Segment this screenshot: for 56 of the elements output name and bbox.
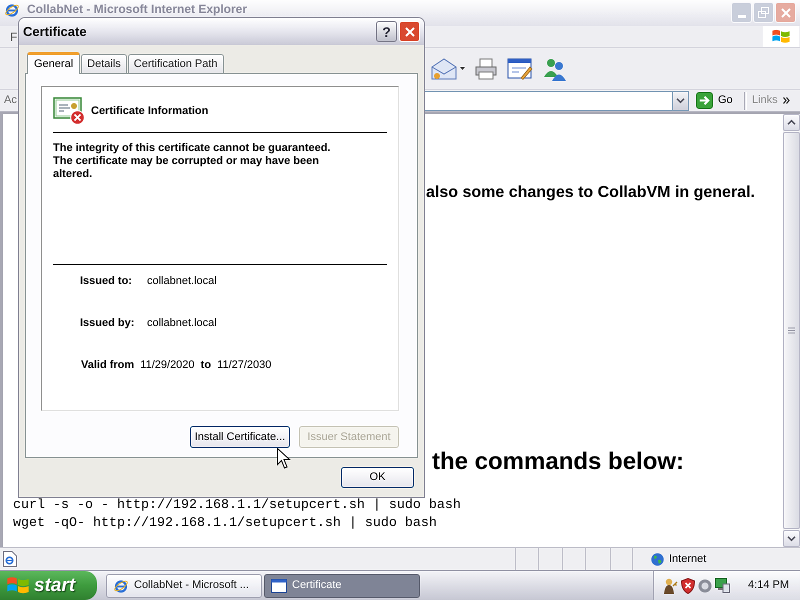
people-icon[interactable]	[542, 56, 568, 80]
edit-icon[interactable]	[507, 58, 533, 80]
figure-icon[interactable]	[663, 578, 678, 594]
info-heading: Certificate Information	[91, 104, 208, 118]
dropdown-caret-icon[interactable]	[460, 67, 465, 70]
browser-icon	[4, 2, 20, 18]
address-label: Ac	[4, 94, 17, 107]
heading-text: the commands below:	[432, 448, 684, 476]
grip-icon	[788, 327, 795, 334]
chevron-down-icon	[676, 97, 685, 104]
field-value: collabnet.local	[147, 274, 217, 289]
help-button[interactable]: ?	[376, 21, 397, 42]
minimize-icon	[738, 15, 746, 18]
close-icon	[780, 8, 790, 18]
start-button[interactable]: start	[0, 571, 97, 600]
page-icon	[3, 551, 17, 567]
zone-label: Internet	[669, 552, 706, 566]
validity-text: Valid from 11/29/2020 to 11/27/2030	[81, 358, 272, 373]
code-line: curl -s -o - http://192.168.1.1/setupcert.sh | sudo bash	[13, 497, 461, 515]
dialog-title: Certificate	[23, 24, 87, 39]
clock: 4:14 PM	[748, 579, 790, 592]
printer-icon[interactable]	[474, 58, 498, 80]
field-label: Issued by:	[80, 316, 134, 331]
restore-icon	[758, 7, 769, 18]
flag-icon	[7, 576, 29, 595]
double-chevron-icon[interactable]	[782, 97, 790, 104]
address-field[interactable]	[423, 90, 672, 110]
shield-icon[interactable]	[681, 578, 695, 594]
warning-message: The integrity of this certificate cannot be guaranteed. The certificate may be corrupted or may have been altered.	[53, 142, 332, 181]
field-value: collabnet.local	[147, 316, 217, 331]
task-button[interactable]: Certificate	[264, 574, 420, 598]
browser-icon	[113, 578, 129, 594]
field-label: Issued to:	[80, 274, 132, 289]
go-button[interactable]: Go	[693, 90, 743, 110]
paragraph-text: also some changes to CollabVM in general.	[426, 183, 755, 203]
close-icon	[404, 26, 414, 36]
task-button[interactable]: CollabNet - Microsoft ...	[106, 574, 262, 598]
tab[interactable]: General	[27, 52, 80, 74]
window-icon	[271, 578, 287, 592]
certificate-error-icon	[53, 97, 85, 125]
scroll-up-button[interactable]	[783, 114, 800, 131]
flag-logo-icon	[762, 26, 800, 47]
scroll-down-button[interactable]	[783, 530, 800, 547]
dropdown-button[interactable]	[672, 90, 689, 110]
globe-icon	[651, 552, 664, 566]
dialog-button[interactable]: Install Certificate...	[190, 426, 290, 448]
chevron-down-icon	[787, 535, 796, 542]
chevron-up-icon	[787, 119, 796, 126]
tab[interactable]: Details	[81, 54, 127, 73]
code-line: wget -qO- http://192.168.1.1/setupcert.sh | sudo bash	[13, 515, 437, 533]
monitor-icon[interactable]	[715, 578, 730, 593]
mail-icon[interactable]	[430, 56, 458, 80]
ok-button[interactable]: OK	[341, 467, 414, 488]
menu-item[interactable]: F	[8, 30, 20, 44]
window-title: CollabNet - Microsoft Internet Explorer	[27, 3, 248, 16]
tab[interactable]: Certification Path	[128, 54, 224, 73]
